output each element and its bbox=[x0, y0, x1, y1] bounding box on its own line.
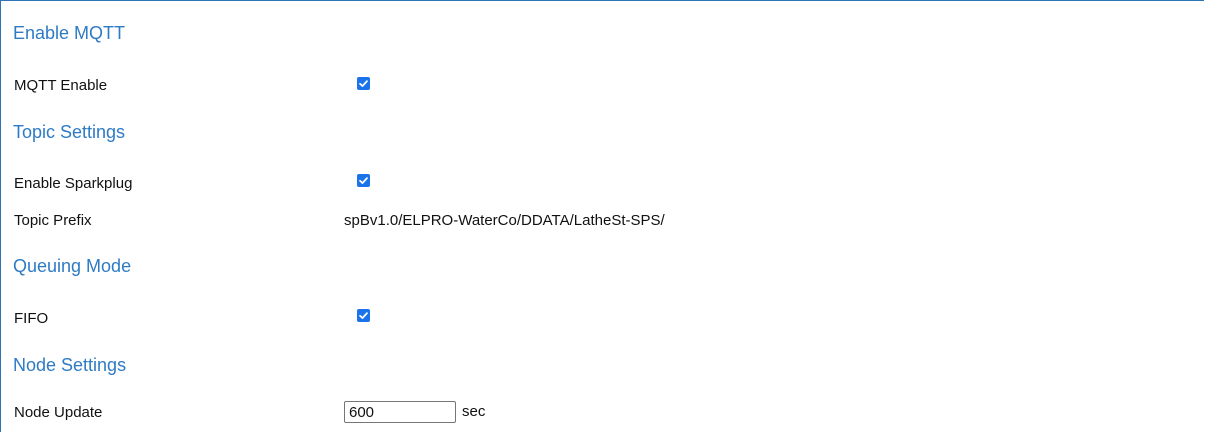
mqtt-enable-label: MQTT Enable bbox=[14, 77, 108, 94]
topic-prefix-value: spBv1.0/ELPRO-WaterCo/DDATA/LatheSt-SPS/ bbox=[344, 212, 665, 229]
node-update-unit: sec bbox=[462, 403, 486, 420]
node-update-label: Node Update bbox=[14, 404, 103, 421]
settings-panel: Enable MQTT MQTT Enable Topic Settings E… bbox=[0, 0, 1204, 432]
checkmark-icon bbox=[359, 80, 368, 87]
checkmark-icon bbox=[359, 312, 368, 319]
node-update-input[interactable] bbox=[344, 401, 456, 423]
fifo-label: FIFO bbox=[14, 310, 49, 327]
topic-prefix-label: Topic Prefix bbox=[14, 212, 92, 229]
fifo-checkbox[interactable] bbox=[357, 309, 370, 322]
enable-sparkplug-checkbox[interactable] bbox=[357, 174, 370, 187]
section-title-topic-settings: Topic Settings bbox=[13, 122, 126, 142]
mqtt-enable-checkbox[interactable] bbox=[357, 77, 370, 90]
section-title-queuing-mode: Queuing Mode bbox=[13, 256, 132, 276]
enable-sparkplug-label: Enable Sparkplug bbox=[14, 175, 133, 192]
section-title-enable-mqtt: Enable MQTT bbox=[13, 23, 126, 43]
checkmark-icon bbox=[359, 177, 368, 184]
section-title-node-settings: Node Settings bbox=[13, 355, 127, 375]
